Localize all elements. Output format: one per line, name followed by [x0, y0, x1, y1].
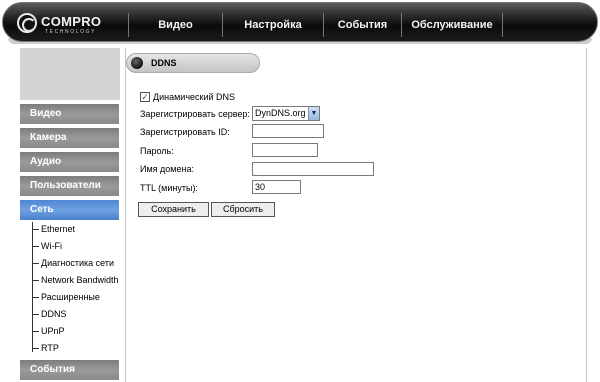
logo-tagline: TECHNOLOGY	[45, 29, 97, 35]
sidebar-item-camera[interactable]: Камера	[20, 128, 119, 148]
subnav-network-bandwidth[interactable]: Network Bandwidth	[32, 274, 119, 286]
nav-video[interactable]: Видео	[128, 13, 222, 37]
sidebar-item-network[interactable]: Сеть	[20, 200, 119, 220]
section-title: DDNS	[151, 58, 177, 68]
subnav-ddns[interactable]: DDNS	[32, 308, 67, 320]
dynamic-dns-checkbox[interactable]: ✓	[140, 92, 150, 102]
save-button[interactable]: Сохранить	[138, 202, 209, 217]
subnav-network-diagnostics[interactable]: Диагностика сети	[32, 257, 114, 269]
compro-logo: COMPRO TECHNOLOGY	[17, 11, 127, 37]
sidebar-item-events[interactable]: События	[20, 360, 119, 380]
domain-label: Имя домена:	[140, 164, 194, 174]
reg-id-input[interactable]	[252, 124, 324, 138]
logo-name: COMPRO	[41, 14, 102, 29]
chevron-down-icon[interactable]: ▼	[308, 107, 319, 120]
logo-circle-icon	[17, 13, 37, 33]
main-nav: Видео Настройка События Обслуживание	[128, 13, 503, 37]
server-select[interactable]: DynDNS.org ▼	[252, 106, 320, 121]
nav-events[interactable]: События	[323, 13, 401, 37]
reg-id-label: Зарегистрировать ID:	[140, 127, 230, 137]
subnav-rtp[interactable]: RTP	[32, 342, 59, 354]
nav-settings[interactable]: Настройка	[222, 13, 323, 37]
subnav-upnp[interactable]: UPnP	[32, 325, 65, 337]
content-divider-right	[586, 48, 587, 382]
domain-input[interactable]	[252, 162, 374, 176]
top-navigation-bar: COMPRO TECHNOLOGY Видео Настройка Событи…	[2, 2, 598, 42]
nav-maintenance[interactable]: Обслуживание	[401, 13, 503, 37]
ttl-input[interactable]: 30	[252, 180, 301, 194]
reset-button[interactable]: Сбросить	[211, 202, 275, 217]
sidebar-item-video[interactable]: Видео	[20, 104, 119, 124]
sidebar-item-audio[interactable]: Аудио	[20, 152, 119, 172]
section-bullet-icon	[131, 57, 143, 69]
section-header: DDNS	[126, 53, 260, 73]
sidebar-item-users[interactable]: Пользователи	[20, 176, 119, 196]
password-input[interactable]	[252, 143, 318, 157]
subnav-ethernet[interactable]: Ethernet	[32, 223, 75, 235]
password-label: Пароль:	[140, 146, 174, 156]
dynamic-dns-row: ✓ Динамический DNS	[140, 91, 235, 103]
sidebar-banner	[20, 48, 120, 100]
server-label: Зарегистрировать сервер:	[140, 109, 250, 119]
dynamic-dns-label: Динамический DNS	[153, 92, 236, 102]
subnav-wifi[interactable]: Wi-Fi	[32, 240, 62, 252]
subnav-advanced[interactable]: Расширенные	[32, 291, 100, 303]
content-divider-left	[125, 48, 126, 382]
ttl-label: TTL (минуты):	[140, 183, 198, 193]
server-select-value: DynDNS.org	[255, 108, 306, 118]
